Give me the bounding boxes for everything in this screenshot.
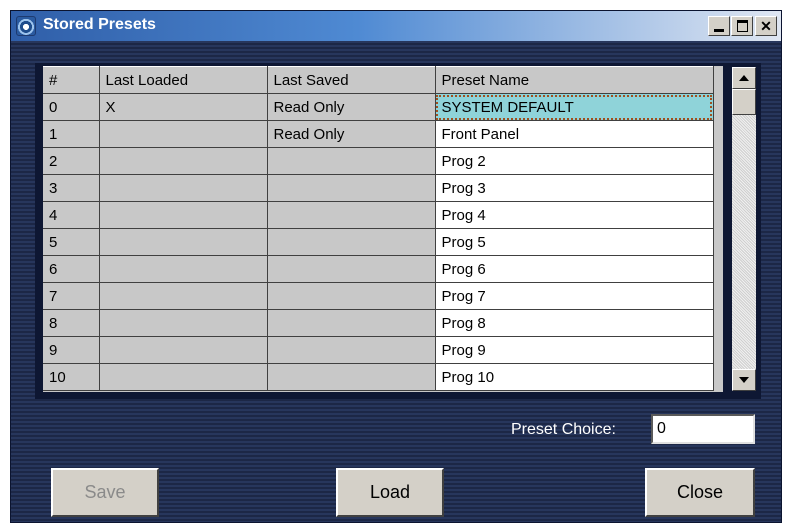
title-bar[interactable]: Stored Presets ✕ [11,11,781,41]
table-row[interactable]: 7 Prog 7 [43,282,714,310]
table-row[interactable]: 4 Prog 4 [43,201,714,229]
table-row[interactable]: 10 Prog 10 [43,363,714,391]
cell-last-loaded[interactable] [99,309,268,337]
cell-preset-name[interactable]: Prog 8 [435,309,714,337]
cell-last-loaded[interactable] [99,201,268,229]
cell-last-saved[interactable] [267,174,436,202]
cell-preset-name[interactable]: Prog 7 [435,282,714,310]
cell-last-loaded[interactable] [99,228,268,256]
cell-number[interactable]: 6 [43,255,100,283]
scroll-up-button[interactable] [732,67,756,89]
column-header-last-loaded[interactable]: Last Loaded [99,66,268,94]
cell-last-loaded[interactable] [99,174,268,202]
cell-last-saved[interactable] [267,363,436,391]
header-row: # Last Loaded Last Saved Preset Name [43,66,714,94]
cell-number[interactable]: 2 [43,147,100,175]
preset-table: # Last Loaded Last Saved Preset Name 0XR… [43,66,714,391]
load-button[interactable]: Load [336,468,444,517]
cell-last-saved[interactable]: Read Only [267,93,436,121]
save-button[interactable]: Save [51,468,159,517]
cell-number[interactable]: 7 [43,282,100,310]
cell-preset-name[interactable]: Prog 2 [435,147,714,175]
cell-preset-name[interactable]: Front Panel [435,120,714,148]
table-row[interactable]: 9 Prog 9 [43,336,714,364]
cell-preset-name[interactable]: Prog 3 [435,174,714,202]
cell-number[interactable]: 5 [43,228,100,256]
cell-preset-name[interactable]: Prog 10 [435,363,714,391]
vertical-scrollbar[interactable] [732,67,756,391]
stored-presets-window: Stored Presets ✕ # Last Loaded Last Save… [10,10,782,523]
cell-preset-name[interactable]: SYSTEM DEFAULT [435,93,714,121]
table-row[interactable]: 6 Prog 6 [43,255,714,283]
column-header-last-saved[interactable]: Last Saved [267,66,436,94]
cell-number[interactable]: 9 [43,336,100,364]
cell-last-saved[interactable] [267,201,436,229]
cell-number[interactable]: 4 [43,201,100,229]
close-icon: ✕ [760,17,772,34]
window-title: Stored Presets [43,16,156,33]
cell-preset-name[interactable]: Prog 9 [435,336,714,364]
cell-preset-name[interactable]: Prog 4 [435,201,714,229]
table-row[interactable]: 5 Prog 5 [43,228,714,256]
cell-last-loaded[interactable] [99,147,268,175]
cell-number[interactable]: 1 [43,120,100,148]
cell-last-loaded[interactable] [99,336,268,364]
cell-number[interactable]: 10 [43,363,100,391]
cell-last-saved[interactable] [267,336,436,364]
cell-last-saved[interactable] [267,309,436,337]
cell-number[interactable]: 8 [43,309,100,337]
minimize-button[interactable] [708,16,730,36]
preset-grid[interactable]: # Last Loaded Last Saved Preset Name 0XR… [43,66,723,392]
arrow-down-icon [739,377,749,383]
minimize-icon [714,28,724,32]
column-header-preset-name[interactable]: Preset Name [435,66,714,94]
table-row[interactable]: 8 Prog 8 [43,309,714,337]
cell-last-loaded[interactable]: X [99,93,268,121]
close-window-button[interactable]: ✕ [755,16,777,36]
column-header-number[interactable]: # [43,66,100,94]
arrow-up-icon [739,75,749,81]
table-row[interactable]: 3 Prog 3 [43,174,714,202]
cell-last-loaded[interactable] [99,363,268,391]
table-row[interactable]: 1 Read Only Front Panel [43,120,714,148]
cell-preset-name[interactable]: Prog 6 [435,255,714,283]
cell-number[interactable]: 0 [43,93,100,121]
window-content: # Last Loaded Last Saved Preset Name 0XR… [11,41,781,522]
cell-last-saved[interactable] [267,147,436,175]
preset-grid-frame: # Last Loaded Last Saved Preset Name 0XR… [35,63,761,399]
cell-preset-name[interactable]: Prog 5 [435,228,714,256]
preset-choice-label: Preset Choice: [511,421,616,438]
table-row[interactable]: 2 Prog 2 [43,147,714,175]
app-icon[interactable] [16,16,36,36]
cell-last-loaded[interactable] [99,120,268,148]
maximize-icon [736,20,748,32]
cell-last-saved[interactable] [267,282,436,310]
cell-last-saved[interactable] [267,228,436,256]
cell-number[interactable]: 3 [43,174,100,202]
cell-last-loaded[interactable] [99,255,268,283]
table-row[interactable]: 0 X Read Only SYSTEM DEFAULT [43,93,714,121]
scroll-thumb[interactable] [732,89,756,115]
cell-last-loaded[interactable] [99,282,268,310]
cell-last-saved[interactable] [267,255,436,283]
maximize-button[interactable] [731,16,753,36]
close-button[interactable]: Close [645,468,755,517]
preset-choice-input[interactable] [651,414,755,444]
scroll-down-button[interactable] [732,369,756,391]
cell-last-saved[interactable]: Read Only [267,120,436,148]
